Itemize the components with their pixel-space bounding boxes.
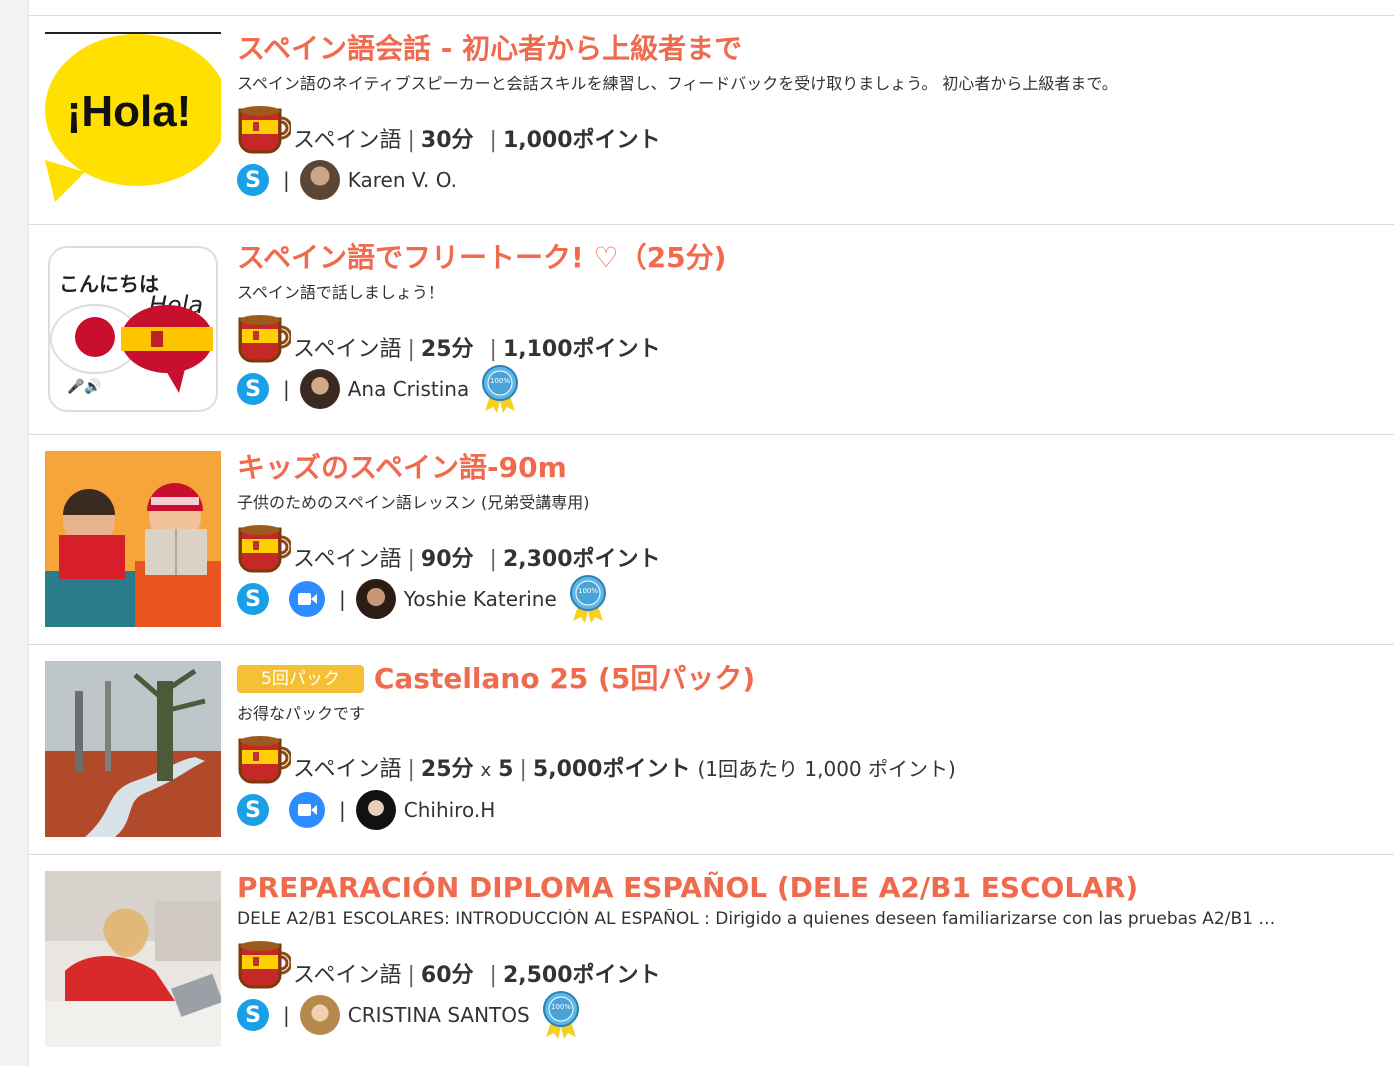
- lesson-title[interactable]: スペイン語会話 - 初心者から上級者まで: [237, 32, 1378, 66]
- 100-percent-badge-icon: 100%: [542, 991, 579, 1039]
- skype-icon: S: [237, 999, 269, 1031]
- lesson-meta: スペイン語 | 60分 | 2,500ポイント: [237, 937, 1378, 989]
- lesson-thumbnail[interactable]: [45, 451, 221, 627]
- lesson-multiplier: x: [480, 760, 492, 781]
- teacher-row: S | Chihiro.H: [237, 790, 1378, 830]
- lesson-points: 2,500ポイント: [502, 963, 661, 988]
- teacher-name[interactable]: Chihiro.H: [404, 798, 496, 822]
- lesson-list: ¡Hola! スペイン語会話 - 初心者から上級者まで スペイン語のネイティブス…: [29, 0, 1394, 1065]
- lesson-thumbnail[interactable]: [45, 661, 221, 837]
- spanish-cup-icon: [238, 941, 291, 989]
- zoom-icon: [289, 792, 325, 828]
- left-sidebar-strip: [0, 0, 29, 1066]
- teacher-avatar[interactable]: [299, 369, 340, 409]
- spanish-cup-icon: [238, 736, 291, 784]
- lesson-duration: 90分: [420, 547, 474, 572]
- lesson-meta: スペイン語 | 25分 x 5 | 5,000ポイント (1回あたり 1,000 ポイン…: [237, 732, 1378, 784]
- lesson-duration: 25分: [420, 757, 474, 782]
- lesson-row[interactable]: キッズのスペイン語-90m 子供のためのスペイン語レッスン (兄弟受講専用) ス…: [29, 435, 1394, 645]
- teacher-row: S | Karen V. O.: [237, 160, 1378, 200]
- lesson-count: 5: [498, 757, 514, 782]
- zoom-icon: [289, 581, 325, 617]
- lesson-description: 子供のためのスペイン語レッスン (兄弟受講専用): [237, 493, 590, 512]
- lesson-language: スペイン語: [293, 963, 402, 988]
- lesson-points: 5,000ポイント: [532, 757, 691, 782]
- teacher-row: S | Yoshie Katerine 100%: [237, 575, 1378, 623]
- badge-text: 100%: [490, 377, 510, 385]
- lesson-row[interactable]: PREPARACIÓN DIPLOMA ESPAÑOL (DELE A2/B1 …: [29, 855, 1394, 1065]
- lesson-meta: スペイン語 | 30分 | 1,000ポイント: [237, 102, 1378, 154]
- pack-badge: 5回パック: [237, 665, 364, 693]
- kids-reading-image: [45, 451, 221, 627]
- teacher-name[interactable]: Ana Cristina: [348, 377, 469, 401]
- lesson-language: スペイン語: [293, 128, 402, 153]
- lesson-title[interactable]: スペイン語でフリートーク! ♡（25分): [237, 241, 1378, 275]
- skype-icon: S: [237, 794, 269, 826]
- spanish-cup-icon: [238, 106, 291, 154]
- lesson-title[interactable]: PREPARACIÓN DIPLOMA ESPAÑOL (DELE A2/B1 …: [237, 871, 1378, 905]
- lesson-description: スペイン語のネイティブスピーカーと会話スキルを練習し、フィードバックを受け取りま…: [237, 74, 1118, 93]
- badge-text: 100%: [551, 1003, 571, 1011]
- lesson-description: お得なパックです: [237, 704, 366, 723]
- lesson-row[interactable]: ¡Hola! スペイン語会話 - 初心者から上級者まで スペイン語のネイティブス…: [29, 15, 1394, 225]
- lesson-description: DELE A2/B1 ESCOLARES: INTRODUCCIÓN AL ES…: [237, 909, 1276, 929]
- teacher-avatar[interactable]: [299, 995, 340, 1035]
- lesson-title[interactable]: キッズのスペイン語-90m: [237, 451, 1378, 485]
- lesson-row[interactable]: こんにちは Hola 🎤🔊 スペイン語でフリートーク! ♡（25分) スペイン語…: [29, 225, 1394, 435]
- svg-text:🎤🔊: 🎤🔊: [67, 377, 102, 395]
- 100-percent-badge-icon: 100%: [482, 365, 519, 413]
- teacher-name[interactable]: Yoshie Katerine: [404, 587, 557, 611]
- teacher-row: S | Ana Cristina 100%: [237, 365, 1378, 413]
- lesson-duration: 25分: [420, 337, 474, 362]
- teacher-avatar[interactable]: [355, 790, 396, 830]
- hola-speech-bubble-image: ¡Hola!: [45, 32, 221, 208]
- lesson-duration: 60分: [420, 963, 474, 988]
- lesson-description: スペイン語で話しましょう！: [237, 283, 444, 302]
- lesson-per-lesson-price: (1回あたり 1,000 ポイント): [697, 757, 956, 781]
- translation-app-image: こんにちは Hola 🎤🔊: [48, 246, 218, 412]
- teacher-name[interactable]: Karen V. O.: [348, 168, 457, 192]
- 100-percent-badge-icon: 100%: [569, 575, 606, 623]
- forest-stream-image: [45, 661, 221, 837]
- teacher-avatar[interactable]: [299, 160, 340, 200]
- lesson-thumbnail[interactable]: こんにちは Hola 🎤🔊: [45, 241, 221, 417]
- teacher-avatar[interactable]: [355, 579, 396, 619]
- spanish-cup-icon: [238, 315, 291, 363]
- lesson-thumbnail[interactable]: ¡Hola!: [45, 32, 221, 208]
- spanish-cup-icon: [238, 525, 291, 573]
- lesson-meta: スペイン語 | 90分 | 2,300ポイント: [237, 521, 1378, 573]
- lesson-row[interactable]: 5回パック Castellano 25 (5回パック) お得なパックです スペイン…: [29, 645, 1394, 855]
- lesson-title[interactable]: Castellano 25 (5回パック): [374, 662, 755, 695]
- girl-with-laptop-image: [45, 871, 221, 1047]
- lesson-meta: スペイン語 | 25分 | 1,100ポイント: [237, 311, 1378, 363]
- teacher-name[interactable]: CRISTINA SANTOS: [348, 1003, 530, 1027]
- badge-text: 100%: [578, 587, 598, 595]
- lesson-points: 1,000ポイント: [502, 128, 661, 153]
- lesson-language: スペイン語: [293, 337, 402, 362]
- lesson-points: 2,300ポイント: [502, 547, 661, 572]
- skype-icon: S: [237, 373, 269, 405]
- thumb-konnichiwa-text: こんにちは: [59, 272, 159, 296]
- lesson-points: 1,100ポイント: [502, 337, 661, 362]
- lesson-language: スペイン語: [293, 547, 402, 572]
- lesson-language: スペイン語: [293, 757, 402, 782]
- teacher-row: S | CRISTINA SANTOS 100%: [237, 991, 1378, 1039]
- lesson-duration: 30分: [420, 128, 474, 153]
- lesson-thumbnail[interactable]: [45, 871, 221, 1047]
- skype-icon: S: [237, 164, 269, 196]
- skype-icon: S: [237, 583, 269, 615]
- thumb-hola-text: ¡Hola!: [67, 87, 192, 136]
